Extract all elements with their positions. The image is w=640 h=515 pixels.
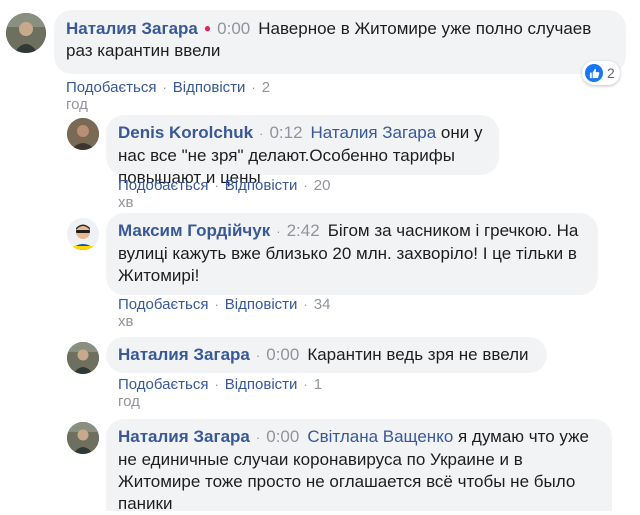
avatar[interactable] (67, 422, 99, 454)
reaction-count: 2 (607, 65, 615, 81)
comment-bubble: Наталия Загара ● 0:00 Наверное в Житомире у… (54, 10, 626, 74)
new-indicator-dot: ● (203, 21, 212, 35)
comment-bubble: Наталия Загара · 0:00 Карантин ведь зря не … (106, 337, 547, 373)
reply-link[interactable]: Відповісти (225, 376, 298, 393)
like-link[interactable]: Подобається (118, 177, 208, 194)
comment-bubble: Denis Korolchuk · 0:12 Наталия Загара они у… (106, 115, 499, 187)
comment-bubble: Наталия Загара · 0:00 Світлана Ващенко я ду… (106, 419, 612, 513)
avatar[interactable] (67, 218, 99, 250)
like-link[interactable]: Подобається (66, 79, 156, 96)
voice-duration: 2:42 (286, 221, 320, 240)
reply-link[interactable]: Відповісти (173, 79, 246, 96)
comment-text: Карантин ведь зря не ввели (307, 345, 529, 364)
comment-actions: Подобається · Відповісти · 20 хв (118, 177, 331, 211)
reply-link[interactable]: Відповісти (225, 177, 298, 194)
voice-duration: 0:00 (217, 19, 251, 38)
mention-link[interactable]: Наталия Загара (311, 123, 437, 142)
voice-duration: 0:00 (266, 427, 300, 446)
like-link[interactable]: Подобається (118, 296, 208, 313)
voice-duration: 0:12 (269, 123, 303, 142)
like-reaction-icon (585, 64, 603, 82)
mention-link[interactable]: Світлана Ващенко (307, 427, 453, 446)
avatar[interactable] (67, 118, 99, 150)
reaction-badge[interactable]: 2 (582, 61, 620, 85)
author-name[interactable]: Максим Гордійчук (118, 221, 270, 240)
comment-actions: Подобається · Відповісти · 34 хв (118, 296, 331, 330)
author-name[interactable]: Наталия Загара (118, 345, 250, 364)
author-name[interactable]: Наталия Загара (118, 427, 250, 446)
comment-actions: Подобається · Відповісти · 1 год (118, 376, 323, 410)
comment-actions: Подобається · Відповісти · 2 год (66, 79, 271, 113)
avatar[interactable] (67, 342, 99, 374)
voice-duration: 0:00 (266, 345, 300, 364)
author-name[interactable]: Denis Korolchuk (118, 123, 253, 142)
avatar[interactable] (6, 13, 46, 53)
comment-bubble: Максим Гордійчук · 2:42 Бігом за часником і… (106, 213, 598, 295)
reply-link[interactable]: Відповісти (225, 296, 298, 313)
author-name[interactable]: Наталия Загара (66, 19, 198, 38)
like-link[interactable]: Подобається (118, 376, 208, 393)
